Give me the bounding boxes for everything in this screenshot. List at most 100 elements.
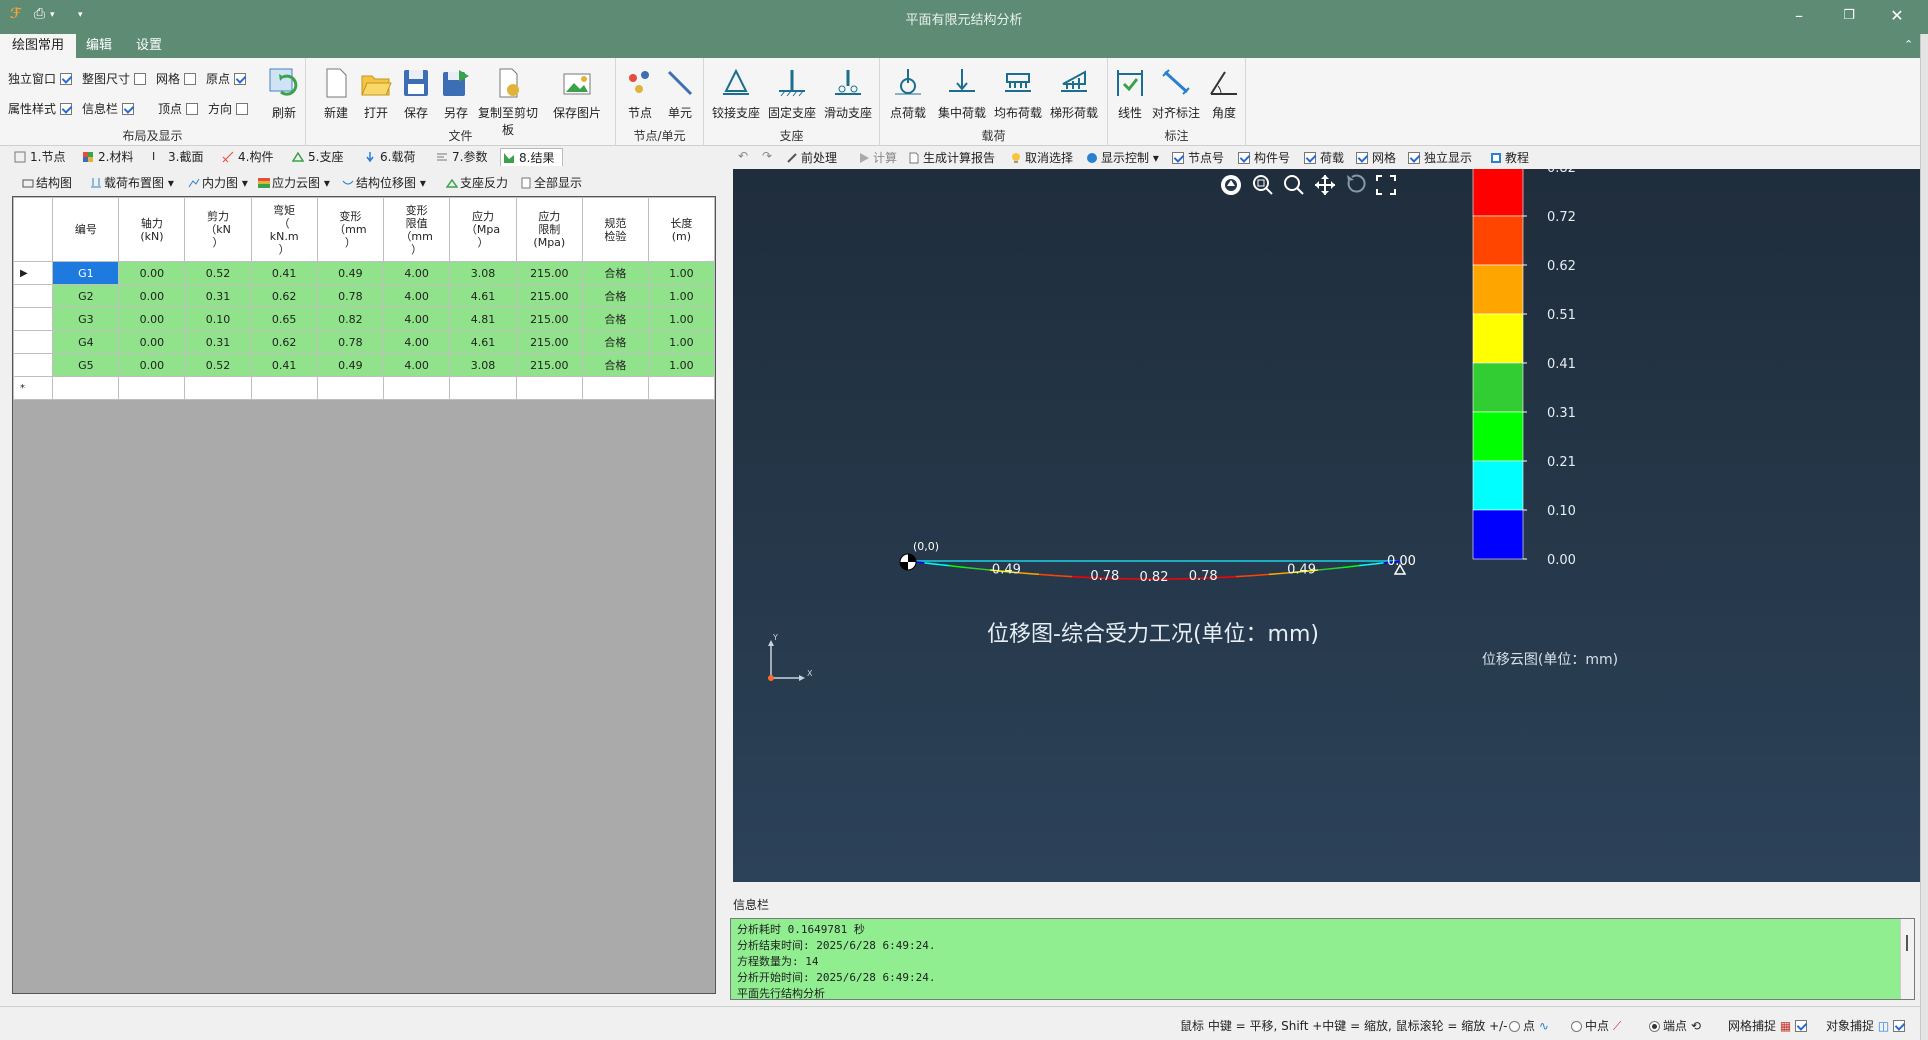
distributed-load-button[interactable]: 均布荷载 — [992, 66, 1044, 121]
table-row[interactable]: ▶ G1 0.00 0.52 0.41 0.49 4.00 3.08 215.0… — [12, 261, 716, 285]
subtab-materials[interactable]: 2.材料 — [80, 148, 133, 166]
toggle-mesh[interactable]: 网格 — [1356, 149, 1396, 166]
standalone-display-checkbox[interactable] — [1408, 152, 1420, 164]
row-selector-icon[interactable]: ▶ — [12, 261, 54, 285]
table-cell[interactable]: 0.31 — [184, 284, 252, 308]
check-direction[interactable] — [236, 103, 249, 115]
toggle-member-number[interactable]: 构件号 — [1238, 149, 1290, 166]
undo-icon[interactable]: ↶ — [738, 149, 748, 163]
scroll-thumb[interactable] — [1906, 935, 1908, 951]
table-cell[interactable]: 0.62 — [250, 330, 318, 354]
pan-icon[interactable] — [1315, 175, 1335, 195]
point-load-button[interactable]: 点荷载 — [884, 66, 932, 121]
col-header-stress[interactable]: 应力 （Mpa ） — [449, 197, 517, 262]
load-layout-dropdown[interactable]: 载荷布置图 ▾ — [90, 174, 174, 191]
check-vertex[interactable] — [186, 103, 199, 115]
table-cell[interactable]: 4.81 — [449, 307, 517, 331]
col-header-axial[interactable]: 轴力 (kN) — [118, 197, 186, 262]
cancel-selection-button[interactable]: 取消选择 — [1010, 149, 1073, 166]
compute-button[interactable]: 计算 — [858, 149, 897, 166]
row-header[interactable] — [12, 307, 54, 331]
aligned-dim-button[interactable]: 对齐标注 — [1148, 66, 1204, 121]
row-header[interactable] — [12, 284, 54, 308]
table-cell[interactable]: 0.62 — [250, 284, 318, 308]
snap-midpoint-radio[interactable] — [1571, 1021, 1582, 1032]
redo-icon[interactable]: ↷ — [762, 149, 772, 163]
table-cell[interactable]: 215.00 — [515, 353, 584, 377]
table-cell[interactable]: 4.00 — [383, 353, 451, 377]
ribbon-collapse-icon[interactable]: ⌃ — [1904, 38, 1913, 51]
fixed-support-button[interactable]: 固定支座 — [766, 66, 818, 121]
preprocess-button[interactable]: 前处理 — [786, 149, 837, 166]
table-cell[interactable]: 4.61 — [449, 330, 517, 354]
new-row[interactable]: * — [12, 376, 716, 400]
mesh-checkbox[interactable] — [1356, 152, 1368, 164]
table-cell[interactable]: G1 — [52, 261, 120, 285]
table-cell[interactable]: 0.00 — [118, 307, 186, 331]
check-standalone-window[interactable] — [60, 73, 73, 85]
sliding-support-button[interactable]: 滑动支座 — [822, 66, 874, 121]
col-header-stress-limit[interactable]: 应力 限制 (Mpa) — [515, 197, 584, 262]
member-number-checkbox[interactable] — [1238, 152, 1250, 164]
col-header-shear[interactable]: 剪力 （kN ） — [184, 197, 252, 262]
object-snap-toggle[interactable]: 对象捕捉 ◫ — [1826, 1017, 1906, 1034]
col-header-moment[interactable]: 弯矩 （ kN.m ） — [250, 197, 318, 262]
subtab-sections[interactable]: I 3.截面 — [150, 148, 203, 166]
table-cell[interactable]: 0.52 — [184, 353, 252, 377]
table-cell[interactable]: 215.00 — [515, 307, 584, 331]
reset-view-icon[interactable] — [1347, 174, 1366, 193]
table-cell[interactable]: 合格 — [582, 261, 649, 285]
subtab-params[interactable]: 7.参数 — [434, 148, 487, 166]
structure-diagram-button[interactable]: 结构图 — [22, 174, 72, 191]
toggle-load[interactable]: 荷载 — [1304, 149, 1344, 166]
table-cell[interactable] — [647, 376, 716, 400]
viewport-canvas[interactable]: 0.82 0.72 0.62 0.51 0.41 0.31 0.21 0.10 0.00 位移云… — [733, 169, 1920, 882]
table-row[interactable]: G3 0.00 0.10 0.65 0.82 4.00 4.81 215.00 … — [12, 307, 716, 331]
save-as-button[interactable]: 另存 — [434, 66, 478, 121]
table-cell[interactable] — [118, 376, 186, 400]
table-cell[interactable]: G5 — [52, 353, 120, 377]
table-cell[interactable] — [582, 376, 649, 400]
zoom-window-icon[interactable] — [1253, 175, 1273, 195]
element-button[interactable]: 单元 — [658, 66, 702, 121]
table-cell[interactable]: 0.65 — [250, 307, 318, 331]
tab-settings[interactable]: 设置 — [124, 34, 174, 58]
table-cell[interactable]: 215.00 — [515, 261, 584, 285]
table-cell[interactable]: G3 — [52, 307, 120, 331]
fullscreen-icon[interactable] — [1376, 175, 1396, 195]
table-row[interactable]: G2 0.00 0.31 0.62 0.78 4.00 4.61 215.00 … — [12, 284, 716, 308]
table-cell[interactable]: 0.41 — [250, 261, 318, 285]
minimize-icon[interactable]: – — [1784, 4, 1814, 28]
table-cell[interactable] — [184, 376, 252, 400]
table-cell[interactable]: 0.41 — [250, 353, 318, 377]
check-full-size[interactable] — [134, 73, 147, 85]
table-cell[interactable]: 0.78 — [316, 284, 385, 308]
table-cell[interactable] — [250, 376, 318, 400]
table-cell[interactable]: 0.10 — [184, 307, 252, 331]
table-cell[interactable]: 1.00 — [647, 307, 716, 331]
load-checkbox[interactable] — [1304, 152, 1316, 164]
table-cell[interactable]: 0.49 — [316, 261, 385, 285]
subtab-loads[interactable]: 6.载荷 — [362, 148, 415, 166]
row-header[interactable] — [12, 353, 54, 377]
col-header-deform-limit[interactable]: 变形 限值 （mm ） — [383, 197, 451, 262]
trapezoid-load-button[interactable]: 梯形荷载 — [1048, 66, 1100, 121]
save-button[interactable]: 保存 — [394, 66, 438, 121]
table-cell[interactable] — [52, 376, 120, 400]
table-cell[interactable] — [449, 376, 517, 400]
toggle-node-number[interactable]: 节点号 — [1172, 149, 1224, 166]
concentrated-load-button[interactable]: 集中荷载 — [936, 66, 988, 121]
table-cell[interactable]: 3.08 — [449, 261, 517, 285]
grid-snap-toggle[interactable]: 网格捕捉 ▦ — [1728, 1017, 1808, 1034]
table-cell[interactable]: 1.00 — [647, 330, 716, 354]
internal-force-dropdown[interactable]: 内力图 ▾ — [188, 174, 248, 191]
object-snap-checkbox[interactable] — [1893, 1020, 1906, 1032]
table-cell[interactable]: 4.00 — [383, 284, 451, 308]
tutorial-button[interactable]: 教程 — [1490, 149, 1529, 166]
refresh-button[interactable]: 刷新 — [262, 66, 306, 121]
check-infobar[interactable] — [122, 103, 135, 115]
table-cell[interactable]: 0.82 — [316, 307, 385, 331]
row-header[interactable] — [12, 330, 54, 354]
node-button[interactable]: 节点 — [618, 66, 662, 121]
pin-support-button[interactable]: 铰接支座 — [710, 66, 762, 121]
